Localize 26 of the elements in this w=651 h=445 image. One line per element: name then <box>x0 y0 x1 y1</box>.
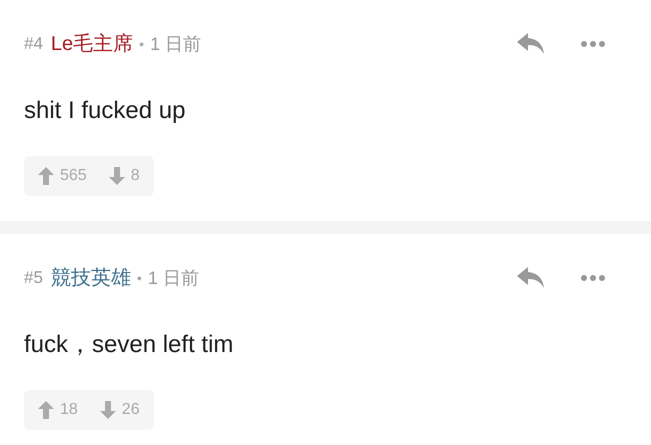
upvote-count: 565 <box>60 166 87 186</box>
upvote-button[interactable] <box>38 401 54 420</box>
post-number: #5 <box>24 267 43 290</box>
username-link[interactable]: 競技英雄 <box>50 263 131 294</box>
reply-button[interactable] <box>517 267 545 290</box>
post-time: 1 日前 <box>148 266 199 290</box>
downvote-arrow-icon <box>108 167 125 186</box>
comment-text: fuck，seven left tim <box>24 330 234 360</box>
separator-dot: • <box>136 268 142 288</box>
downvote-arrow-icon <box>100 401 116 420</box>
username-link[interactable]: Le毛主席 <box>50 29 134 59</box>
post-number: #4 <box>24 33 43 56</box>
downvote-count: 26 <box>122 400 140 420</box>
downvote-button[interactable] <box>100 401 116 420</box>
post-time: 1 日前 <box>150 32 202 56</box>
upvote-count: 18 <box>60 400 78 420</box>
downvote-count: 8 <box>130 166 140 186</box>
separator-dot: • <box>139 34 144 54</box>
downvote-button[interactable] <box>108 167 125 186</box>
upvote-button[interactable] <box>38 167 54 186</box>
upvote-arrow-icon <box>38 401 54 420</box>
reply-button[interactable] <box>517 33 545 55</box>
upvote-arrow-icon <box>38 167 54 186</box>
more-options-button[interactable] <box>581 275 605 282</box>
more-options-button[interactable] <box>581 41 605 47</box>
comment-text: shit I fucked up <box>24 96 186 126</box>
